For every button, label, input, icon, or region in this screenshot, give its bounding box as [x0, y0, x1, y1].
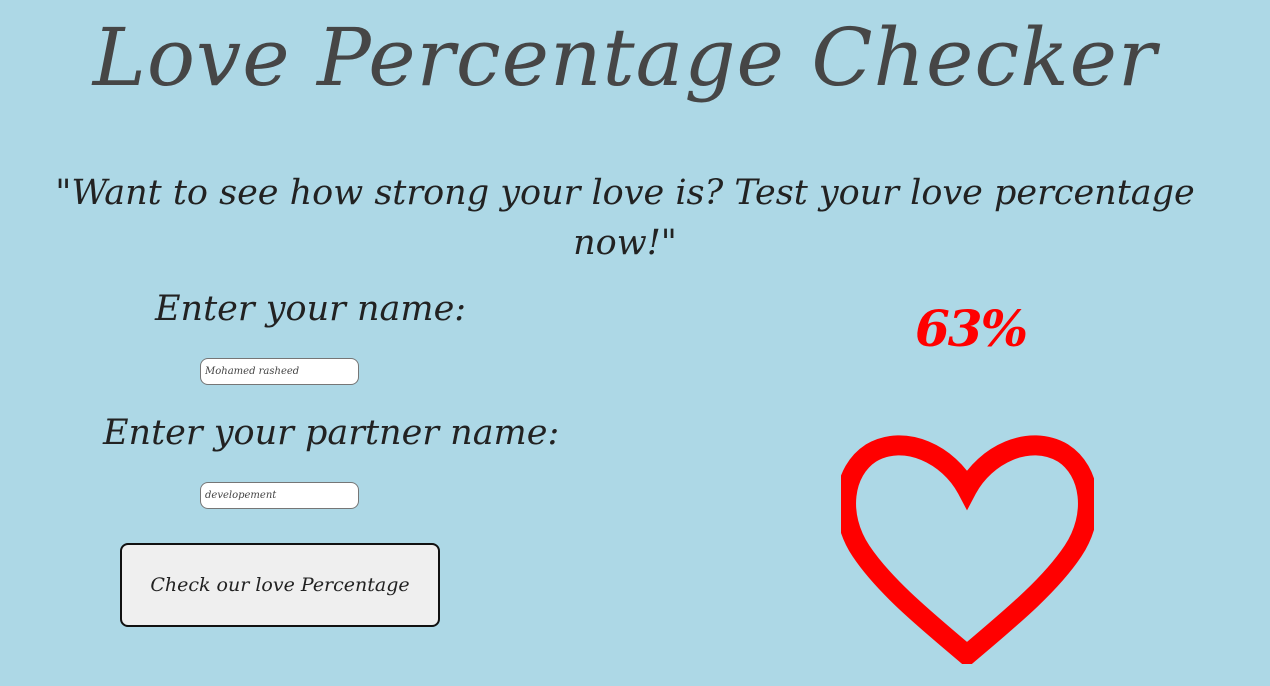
page-title: Love Percentage Checker [92, 11, 1158, 104]
partner-name-label: Enter your partner name: [103, 413, 560, 453]
love-percentage-result: 63% [915, 299, 1028, 358]
name-input[interactable] [200, 358, 359, 385]
name-label: Enter your name: [155, 289, 467, 329]
tagline: "Want to see how strong your love is? Te… [55, 173, 1195, 263]
check-love-percentage-button[interactable]: Check our love Percentage [120, 543, 440, 627]
heart-outline-icon [841, 435, 1094, 664]
partner-name-input[interactable] [200, 482, 359, 509]
